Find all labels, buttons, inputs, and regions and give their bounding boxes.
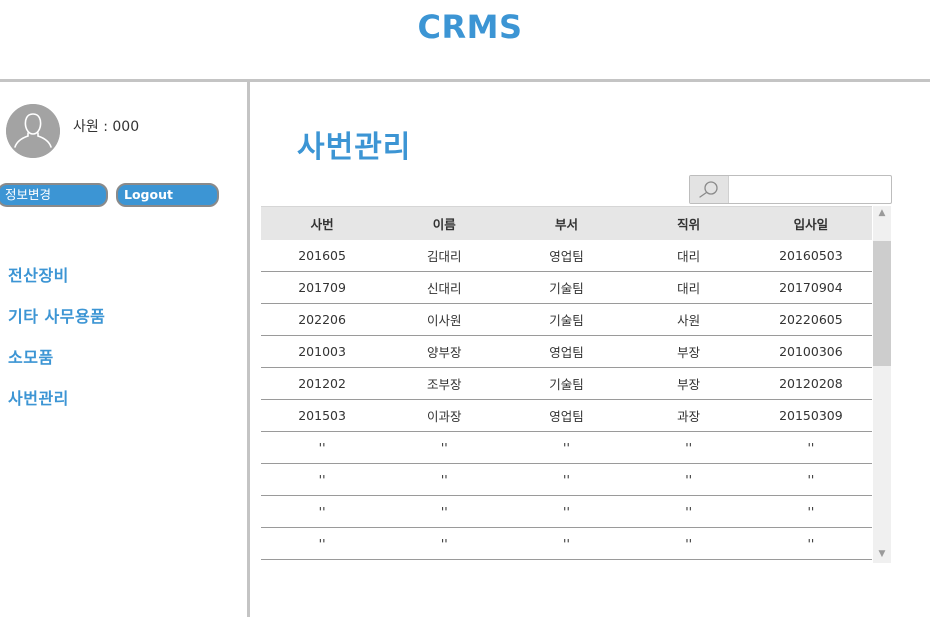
cell-department: 영업팀 bbox=[505, 399, 628, 432]
cell-name: '' bbox=[383, 527, 506, 560]
cell-name: 신대리 bbox=[383, 271, 506, 304]
cell-name: '' bbox=[383, 495, 506, 528]
employee-table: 사번 이름 부서 직위 입사일 201605 김대리 영업팀 대리 201605… bbox=[261, 206, 872, 560]
cell-position: '' bbox=[627, 527, 750, 560]
sidebar-item-it-equipment[interactable]: 전산장비 bbox=[8, 264, 105, 305]
info-change-button[interactable]: 정보변경 bbox=[0, 183, 108, 207]
search-icon[interactable] bbox=[690, 176, 729, 203]
cell-hire-date: 20150309 bbox=[749, 399, 872, 432]
cell-department: '' bbox=[505, 431, 628, 464]
cell-id: 201003 bbox=[261, 335, 384, 368]
cell-position: 사원 bbox=[627, 303, 750, 336]
cell-position: '' bbox=[627, 463, 750, 496]
table-row-placeholder[interactable]: '' '' '' '' '' bbox=[261, 527, 872, 560]
table-scrollbar[interactable]: ▲ ▼ bbox=[873, 206, 891, 563]
app-header: CRMS bbox=[0, 0, 930, 79]
table-row[interactable]: 201605 김대리 영업팀 대리 20160503 bbox=[261, 240, 872, 272]
table-row[interactable]: 201503 이과장 영업팀 과장 20150309 bbox=[261, 399, 872, 432]
table-body: 201605 김대리 영업팀 대리 20160503 201709 신대리 기술… bbox=[261, 240, 872, 560]
column-header-name[interactable]: 이름 bbox=[383, 206, 506, 240]
cell-position: 부장 bbox=[627, 335, 750, 368]
table-row-placeholder[interactable]: '' '' '' '' '' bbox=[261, 431, 872, 464]
app-window: CRMS 사원 : 000 정보변경 Logout 전산장비 기타 사무용품 소… bbox=[0, 0, 930, 617]
cell-hire-date: 20120208 bbox=[749, 367, 872, 400]
sidebar-item-office-supplies[interactable]: 기타 사무용품 bbox=[8, 305, 105, 346]
column-header-position[interactable]: 직위 bbox=[627, 206, 750, 240]
table-row[interactable]: 201709 신대리 기술팀 대리 20170904 bbox=[261, 271, 872, 304]
cell-position: '' bbox=[627, 495, 750, 528]
cell-position: 과장 bbox=[627, 399, 750, 432]
cell-id: '' bbox=[261, 463, 384, 496]
scroll-up-arrow-icon[interactable]: ▲ bbox=[873, 206, 891, 220]
user-label: 사원 : 000 bbox=[73, 119, 140, 135]
cell-hire-date: '' bbox=[749, 431, 872, 464]
app-title: CRMS bbox=[417, 8, 523, 46]
cell-id: 201503 bbox=[261, 399, 384, 432]
employee-table-container: 사번 이름 부서 직위 입사일 201605 김대리 영업팀 대리 201605… bbox=[261, 206, 892, 563]
cell-position: 대리 bbox=[627, 271, 750, 304]
cell-name: 양부장 bbox=[383, 335, 506, 368]
cell-id: 202206 bbox=[261, 303, 384, 336]
table-header-row: 사번 이름 부서 직위 입사일 bbox=[261, 206, 872, 240]
cell-hire-date: 20170904 bbox=[749, 271, 872, 304]
cell-name: '' bbox=[383, 431, 506, 464]
table-row-placeholder[interactable]: '' '' '' '' '' bbox=[261, 495, 872, 528]
cell-id: '' bbox=[261, 495, 384, 528]
cell-department: '' bbox=[505, 495, 628, 528]
cell-hire-date: '' bbox=[749, 463, 872, 496]
sidebar-item-consumables[interactable]: 소모품 bbox=[8, 346, 105, 387]
cell-position: 대리 bbox=[627, 240, 750, 272]
sidebar-item-employee-ids[interactable]: 사번관리 bbox=[8, 387, 105, 428]
cell-department: '' bbox=[505, 463, 628, 496]
cell-id: '' bbox=[261, 527, 384, 560]
scrollbar-thumb[interactable] bbox=[873, 241, 891, 366]
cell-hire-date: 20220605 bbox=[749, 303, 872, 336]
cell-name: '' bbox=[383, 463, 506, 496]
cell-hire-date: '' bbox=[749, 495, 872, 528]
search-box bbox=[689, 175, 892, 204]
cell-name: 이사원 bbox=[383, 303, 506, 336]
table-row[interactable]: 202206 이사원 기술팀 사원 20220605 bbox=[261, 303, 872, 336]
user-avatar-icon bbox=[6, 104, 60, 158]
cell-name: 이과장 bbox=[383, 399, 506, 432]
cell-department: 영업팀 bbox=[505, 335, 628, 368]
logout-button[interactable]: Logout bbox=[116, 183, 219, 207]
cell-department: 기술팀 bbox=[505, 271, 628, 304]
cell-id: '' bbox=[261, 431, 384, 464]
sidebar-nav: 전산장비 기타 사무용품 소모품 사번관리 bbox=[8, 264, 105, 428]
cell-department: 기술팀 bbox=[505, 303, 628, 336]
cell-department: 영업팀 bbox=[505, 240, 628, 272]
table-row-placeholder[interactable]: '' '' '' '' '' bbox=[261, 463, 872, 496]
cell-hire-date: 20160503 bbox=[749, 240, 872, 272]
page-title: 사번관리 bbox=[297, 130, 412, 165]
column-header-hire-date[interactable]: 입사일 bbox=[749, 206, 872, 240]
cell-id: 201605 bbox=[261, 240, 384, 272]
search-input[interactable] bbox=[729, 176, 889, 203]
sidebar: 사원 : 000 정보변경 Logout 전산장비 기타 사무용품 소모품 사번… bbox=[0, 82, 247, 617]
cell-name: 김대리 bbox=[383, 240, 506, 272]
cell-department: '' bbox=[505, 527, 628, 560]
cell-department: 기술팀 bbox=[505, 367, 628, 400]
table-row[interactable]: 201003 양부장 영업팀 부장 20100306 bbox=[261, 335, 872, 368]
column-header-department[interactable]: 부서 bbox=[505, 206, 628, 240]
cell-hire-date: 20100306 bbox=[749, 335, 872, 368]
column-header-id[interactable]: 사번 bbox=[261, 206, 384, 240]
cell-position: '' bbox=[627, 431, 750, 464]
cell-id: 201709 bbox=[261, 271, 384, 304]
cell-id: 201202 bbox=[261, 367, 384, 400]
main-content: 사번관리 사번 이름 부서 직위 입사일 201605 김대리 영업팀 대리 2… bbox=[250, 82, 930, 617]
scroll-down-arrow-icon[interactable]: ▼ bbox=[873, 547, 891, 561]
table-row[interactable]: 201202 조부장 기술팀 부장 20120208 bbox=[261, 367, 872, 400]
user-silhouette-icon bbox=[6, 104, 60, 158]
cell-position: 부장 bbox=[627, 367, 750, 400]
cell-name: 조부장 bbox=[383, 367, 506, 400]
cell-hire-date: '' bbox=[749, 527, 872, 560]
